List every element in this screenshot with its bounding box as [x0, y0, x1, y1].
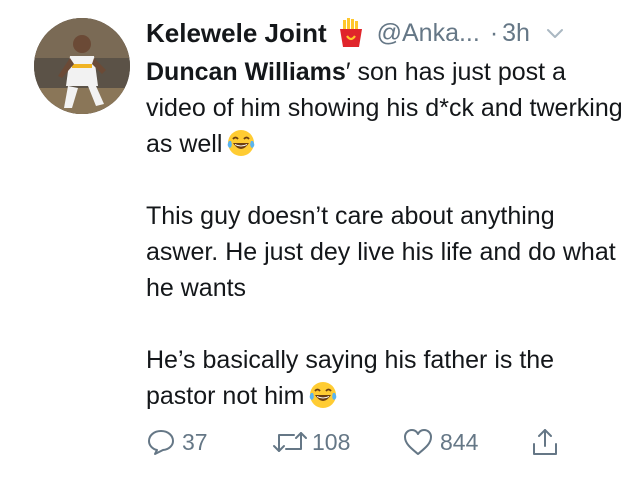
reply-count: 37	[182, 428, 208, 455]
tweet-paragraph-1: Duncan Williams′ son has just post a vid…	[146, 54, 626, 162]
avatar[interactable]	[34, 18, 130, 114]
share-button[interactable]	[530, 420, 560, 464]
like-button[interactable]: 844	[402, 420, 478, 464]
tweet-time[interactable]: 3h	[502, 19, 530, 48]
reply-icon	[146, 427, 176, 457]
fries-icon	[337, 18, 365, 48]
separator-dot: ·	[489, 18, 499, 47]
retweet-count: 108	[312, 428, 351, 455]
display-name[interactable]: Kelewele Joint	[146, 18, 327, 49]
tweet-body: Duncan Williams′ son has just post a vid…	[146, 54, 626, 414]
chevron-down-icon[interactable]	[544, 22, 566, 44]
laughing-tears-emoji-icon	[308, 380, 338, 410]
tweet-actions: 37 108 844	[146, 420, 616, 464]
tweet-paragraph-2: This guy doesn’t care about anything asw…	[146, 202, 616, 302]
share-icon	[530, 426, 560, 458]
mention-name: Duncan Williams	[146, 58, 346, 86]
user-handle[interactable]: @Anka...	[377, 19, 480, 48]
heart-icon	[402, 427, 434, 457]
like-count: 844	[440, 428, 479, 455]
retweet-icon	[270, 427, 310, 457]
tweet-paragraph-3: He’s basically saying his father is the …	[146, 342, 626, 414]
retweet-button[interactable]: 108	[270, 420, 350, 464]
reply-button[interactable]: 37	[146, 420, 208, 464]
tweet-header: Kelewele Joint @Anka... · 3h	[146, 14, 626, 52]
laughing-tears-emoji-icon	[226, 128, 256, 158]
avatar-photo	[34, 18, 130, 114]
tweet-text-3: He’s basically saying his father is the …	[146, 346, 555, 410]
